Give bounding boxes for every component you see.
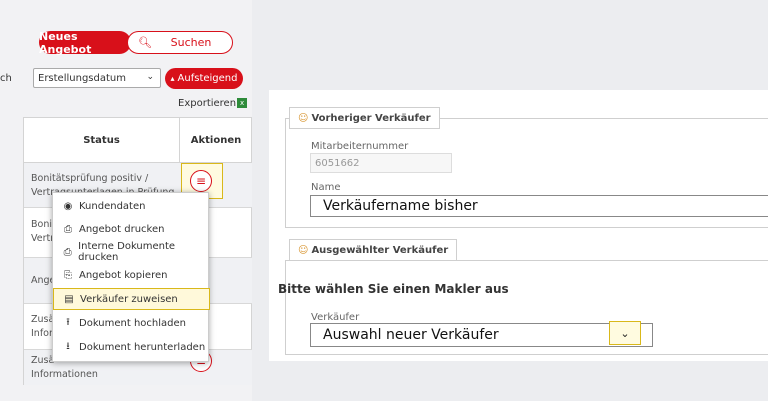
sort-field-value: Erstellungsdatum <box>38 72 126 84</box>
menu-item-label: Kundendaten <box>79 200 146 212</box>
selected-seller-legend: ☺ Ausgewählter Verkäufer <box>289 239 458 261</box>
legend-label: Vorheriger Verkäufer <box>311 112 431 124</box>
seller-select-value: Auswahl neuer Verkäufer <box>323 327 499 343</box>
chevron-down-icon: ⌄ <box>146 72 154 82</box>
menu-item-label: Dokument herunterladen <box>79 341 206 353</box>
menu-item-label: Dokument hochladen <box>79 317 187 329</box>
status-line: Boni <box>31 219 52 230</box>
previous-seller-name-field: Verkäufername bisher <box>310 195 768 217</box>
new-offer-button[interactable]: Neues Angebot <box>39 30 131 56</box>
search-button[interactable]: 🔍︎ Suchen <box>127 31 233 54</box>
printer-icon: ⎙ <box>64 223 72 235</box>
seller-select[interactable]: Auswahl neuer Verkäufer <box>310 323 653 347</box>
copy-icon: ⎘ <box>64 269 72 281</box>
seller-assignment-panel: ☺ Vorheriger Verkäufer Mitarbeiternummer… <box>269 90 768 361</box>
excel-icon: x <box>237 98 248 108</box>
employee-number-value: 6051662 <box>315 157 360 169</box>
sort-order-button[interactable]: ▴ Aufsteigend <box>165 68 243 89</box>
previous-seller-legend: ☺ Vorheriger Verkäufer <box>289 107 440 129</box>
export-link[interactable]: Exportieren x <box>178 98 248 109</box>
download-icon: ⭳ <box>66 340 70 352</box>
legend-label: Ausgewählter Verkäufer <box>311 244 449 256</box>
sort-field-select[interactable]: Erstellungsdatum ⌄ <box>33 68 161 88</box>
menu-item-interne-dokumente-drucken[interactable]: ⎙ Interne Dokumente drucken <box>53 241 210 263</box>
status-cell: Boni Vertr <box>31 218 54 246</box>
search-icon: 🔍︎ <box>138 36 152 49</box>
menu-item-verkaeufer-zuweisen[interactable]: ▤ Verkäufer zuweisen <box>53 288 210 310</box>
employee-number-field: 6051662 <box>310 153 452 173</box>
export-label: Exportieren <box>178 98 237 109</box>
status-line: Vertr <box>31 233 55 244</box>
name-label: Name <box>311 182 341 193</box>
menu-item-dokument-hochladen[interactable]: ⭱ Dokument hochladen <box>53 312 210 334</box>
upload-icon: ⭱ <box>66 316 70 328</box>
menu-item-label: Angebot drucken <box>79 223 165 235</box>
sort-order-label: Aufsteigend <box>177 73 238 84</box>
menu-item-dokument-herunterladen[interactable]: ⭳ Dokument herunterladen <box>53 336 210 358</box>
column-header-actions: Aktionen <box>180 118 252 163</box>
actions-dropdown-menu: ◉ Kundendaten ⎙ Angebot drucken ⎙ Intern… <box>52 192 210 362</box>
arrow-up-icon: ▴ <box>170 74 175 83</box>
status-line: Bonitätsprüfung positiv / <box>31 173 149 184</box>
menu-item-label: Angebot kopieren <box>79 269 168 281</box>
menu-item-angebot-kopieren[interactable]: ⎘ Angebot kopieren <box>53 264 210 286</box>
eye-icon: ◉ <box>63 200 73 212</box>
sort-prefix-label: ch <box>0 73 12 84</box>
menu-item-label: Interne Dokumente drucken <box>78 241 176 263</box>
actions-menu-icon[interactable]: ≡ <box>190 170 212 192</box>
id-card-icon: ▤ <box>64 293 74 305</box>
search-label: Suchen <box>170 36 212 49</box>
employee-number-label: Mitarbeiternummer <box>311 141 409 152</box>
select-broker-heading: Bitte wählen Sie einen Makler aus <box>278 282 509 296</box>
previous-seller-name-value: Verkäufername bisher <box>323 198 478 214</box>
seller-label: Verkäufer <box>311 312 360 323</box>
offers-panel: Neues Angebot 🔍︎ Suchen ch Erstellungsda… <box>0 0 252 401</box>
person-icon: ☺ <box>298 112 309 124</box>
menu-item-kundendaten[interactable]: ◉ Kundendaten <box>53 195 210 217</box>
status-line: Informationen <box>31 369 98 380</box>
seller-select-toggle[interactable]: ⌄ <box>609 321 641 345</box>
column-header-status: Status <box>24 118 180 163</box>
menu-item-angebot-drucken[interactable]: ⎙ Angebot drucken <box>53 218 210 240</box>
printer-icon: ⎙ <box>63 246 72 258</box>
chevron-down-icon: ⌄ <box>620 326 630 340</box>
menu-item-label: Verkäufer zuweisen <box>80 293 178 305</box>
person-icon: ☺ <box>298 244 309 256</box>
